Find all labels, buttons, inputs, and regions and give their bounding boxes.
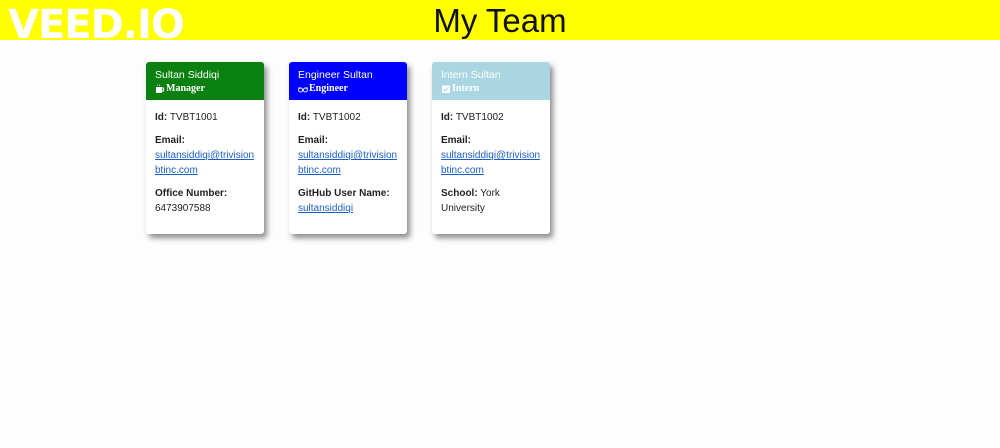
id-value: TVBT1001 — [169, 112, 218, 123]
employee-role: Manager — [155, 82, 255, 96]
email-field: Email: sultansiddiqi@trivision btinc.com — [441, 133, 541, 178]
card-header: Intern Sultan Intern — [432, 62, 550, 100]
office-number-field: Office Number: 6473907588 — [155, 186, 255, 216]
team-cards: Sultan Siddiqi Manager Id: TVBT1001 Emai… — [146, 62, 550, 234]
email-label: Email: — [441, 135, 472, 146]
engineer-card: Engineer Sultan Engineer Id: TVBT1002 Em… — [289, 62, 407, 234]
employee-name: Engineer Sultan — [298, 69, 373, 81]
employee-role: Intern — [441, 82, 541, 96]
id-label: Id: — [155, 112, 168, 123]
email-line-1: sultansiddiqi@trivision — [441, 150, 541, 161]
manager-card: Sultan Siddiqi Manager Id: TVBT1001 Emai… — [146, 62, 264, 234]
email-link[interactable]: sultansiddiqi@trivision btinc.com — [155, 148, 255, 178]
github-link[interactable]: sultansiddiqi — [298, 201, 398, 216]
github-label: GitHub User Name: — [298, 188, 390, 199]
page-header: VEED.IO My Team — [0, 0, 1000, 48]
role-label: Engineer — [309, 83, 348, 94]
office-number-value: 6473907588 — [155, 203, 211, 214]
email-line-1: sultansiddiqi@trivision — [155, 150, 255, 161]
card-body: Id: TVBT1002 Email: sultansiddiqi@trivis… — [432, 100, 550, 216]
card-header: Sultan Siddiqi Manager — [146, 62, 264, 100]
id-field: Id: TVBT1001 — [155, 110, 255, 125]
employee-role: Engineer — [298, 82, 398, 96]
id-field: Id: TVBT1002 — [441, 110, 541, 125]
github-field: GitHub User Name: sultansiddiqi — [298, 186, 398, 216]
email-line-2: btinc.com — [298, 165, 341, 176]
card-body: Id: TVBT1002 Email: sultansiddiqi@trivis… — [289, 100, 407, 216]
email-label: Email: — [298, 135, 329, 146]
coffee-mug-icon — [156, 84, 164, 93]
email-field: Email: sultansiddiqi@trivision btinc.com — [155, 133, 255, 178]
employee-name: Intern Sultan — [441, 69, 501, 81]
role-label: Manager — [166, 83, 205, 94]
graduation-icon — [442, 85, 450, 93]
office-number-label: Office Number: — [155, 188, 228, 199]
page-title: My Team — [433, 2, 567, 39]
email-field: Email: sultansiddiqi@trivision btinc.com — [298, 133, 398, 178]
glasses-icon — [298, 86, 308, 93]
role-label: Intern — [452, 83, 480, 94]
school-field: School: York University — [441, 186, 541, 216]
email-link[interactable]: sultansiddiqi@trivision btinc.com — [441, 148, 541, 178]
id-field: Id: TVBT1002 — [298, 110, 398, 125]
email-link[interactable]: sultansiddiqi@trivision btinc.com — [298, 148, 398, 178]
email-line-2: btinc.com — [441, 165, 484, 176]
id-value: TVBT1002 — [312, 112, 361, 123]
intern-card: Intern Sultan Intern Id: TVBT1002 Email:… — [432, 62, 550, 234]
id-value: TVBT1002 — [455, 112, 504, 123]
card-header: Engineer Sultan Engineer — [289, 62, 407, 100]
id-label: Id: — [441, 112, 454, 123]
card-body: Id: TVBT1001 Email: sultansiddiqi@trivis… — [146, 100, 264, 216]
email-line-2: btinc.com — [155, 165, 198, 176]
id-label: Id: — [298, 112, 311, 123]
email-label: Email: — [155, 135, 186, 146]
employee-name: Sultan Siddiqi — [155, 69, 220, 81]
school-label: School: — [441, 188, 478, 199]
email-line-1: sultansiddiqi@trivision — [298, 150, 398, 161]
